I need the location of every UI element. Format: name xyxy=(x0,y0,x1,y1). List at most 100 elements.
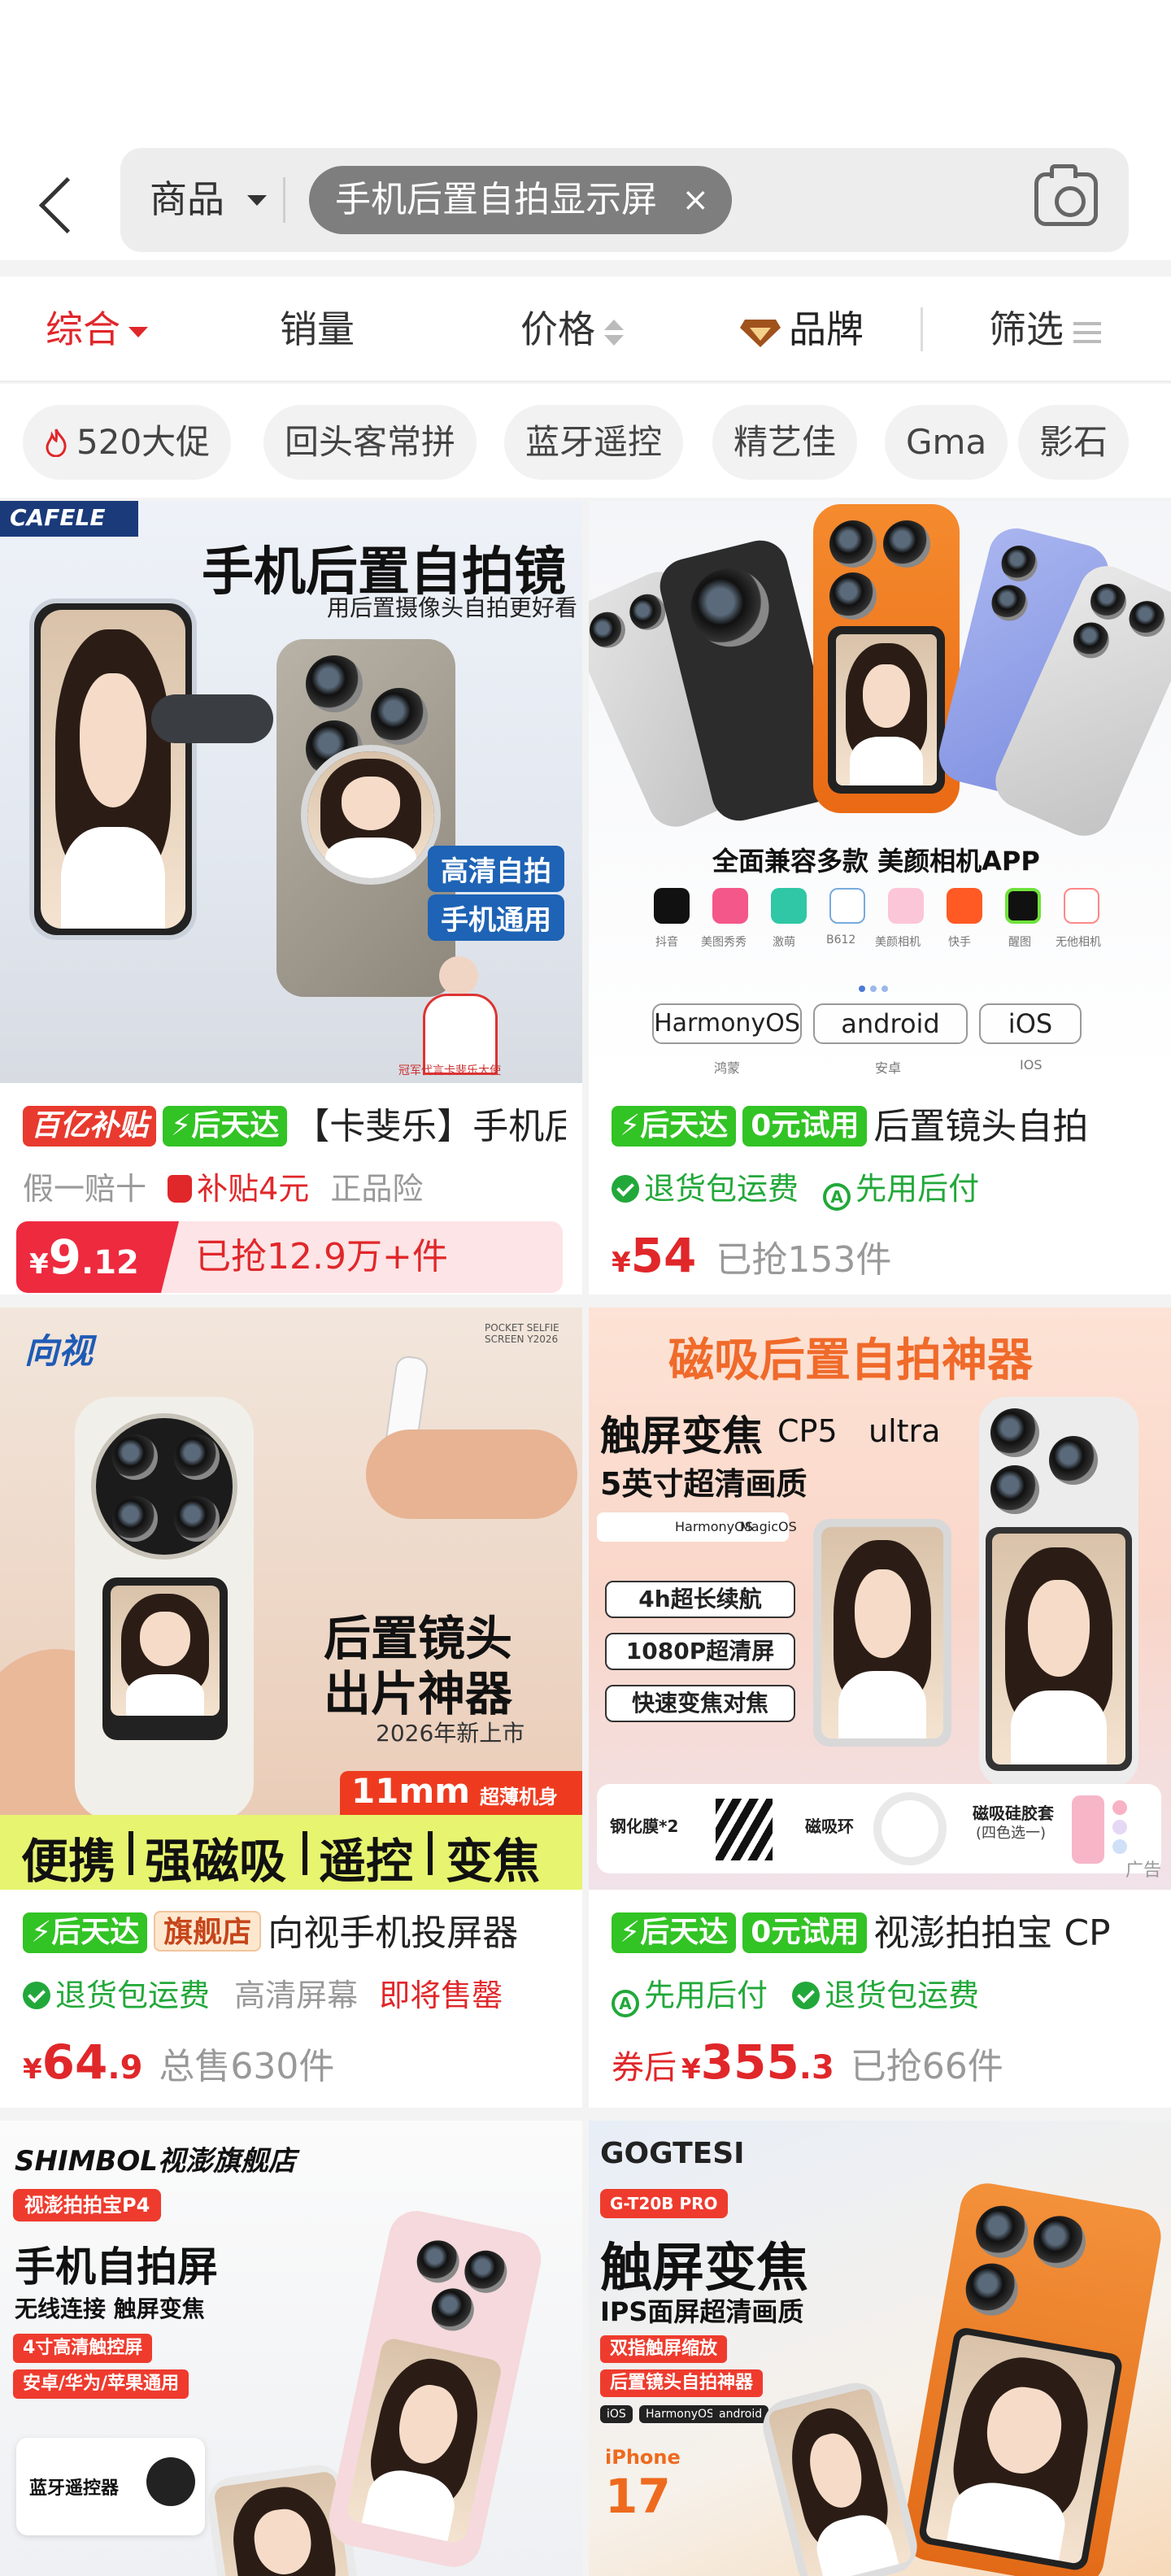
app-label: 激萌 xyxy=(773,936,795,949)
menu-icon xyxy=(1073,321,1101,343)
ad-label: 广告 xyxy=(1125,1860,1161,1881)
price: ¥9.12 xyxy=(16,1221,179,1293)
product-title-text: 后置镜头自拍 xyxy=(873,1106,1089,1147)
search-box[interactable]: 商品 手机后置自拍显示屏 × xyxy=(120,148,1129,252)
sort-filter[interactable]: 筛选 xyxy=(989,301,1101,358)
search-scope-label[interactable]: 商品 xyxy=(150,171,224,228)
app-label: B612 xyxy=(826,933,856,946)
benefit-text: 退货包运费 xyxy=(55,1978,211,2013)
phone-illustration xyxy=(29,598,197,940)
urgency-text: 即将售罄 xyxy=(379,1978,503,2013)
benefit-text: 先用后付 xyxy=(855,1171,980,1207)
price-line: 券后 ¥355.3 已抢66件 xyxy=(612,2034,1003,2090)
product-image[interactable]: SHIMBOL视澎旗舰店 视澎拍拍宝P4 手机自拍屏 无线连接 触屏变焦 4寸高… xyxy=(0,2121,582,2576)
product-title[interactable]: 百亿补贴⚡后天达【卡斐乐】手机后置自拍镜 xyxy=(23,1103,566,1151)
image-headline: 手机自拍屏 xyxy=(15,2243,218,2291)
sort-sales[interactable]: 销量 xyxy=(280,301,355,358)
phone-illustration xyxy=(324,2205,546,2573)
system-badge: android xyxy=(712,2405,769,2423)
product-image[interactable]: CAFELE 手机后置自拍镜 用后置摄像头自拍更好看 高清自拍 手机通用 冠军代… xyxy=(0,501,582,1083)
sort-comprehensive-label: 综合 xyxy=(46,307,120,351)
system-badge: iOS xyxy=(600,2405,633,2423)
price-integer: 355 xyxy=(700,2034,799,2090)
product-title[interactable]: ⚡后天达 0元试用 后置镜头自拍 xyxy=(612,1103,1155,1151)
sold-count: 已抢66件 xyxy=(850,2046,1003,2087)
product-card[interactable]: 磁吸后置自拍神器 触屏变焦 CP5 ultra 5英寸超清画质 HarmonyO… xyxy=(589,1308,1171,2108)
pay-later-icon: A xyxy=(823,1183,851,1211)
sold-count: 已抢153件 xyxy=(716,1239,892,1281)
spokesperson-illustration xyxy=(439,956,478,995)
product-image[interactable]: 向视 POCKET SELFIE SCREEN Y2026 后置镜头 出片神器 … xyxy=(0,1308,582,1890)
pay-later-icon: A xyxy=(612,1990,639,2017)
product-image[interactable]: 全面兼容多款 美颜相机APP 抖音 美图秀秀 激萌 B612 美颜相机 快手 醒… xyxy=(589,501,1171,1083)
chevron-down-icon[interactable] xyxy=(247,195,267,206)
hand-illustration xyxy=(366,1429,577,1519)
search-query-text: 手机后置自拍显示屏 xyxy=(335,179,657,220)
sort-price-label: 价格 xyxy=(520,307,595,351)
app-label-row: 抖音 美图秀秀 激萌 B612 美颜相机 快手 醒图 无他相机 xyxy=(642,933,1147,953)
feature-text: 遥控 xyxy=(319,1834,414,1889)
brand-logo: 向视 xyxy=(24,1331,94,1371)
divider xyxy=(921,307,923,351)
film-illustration xyxy=(716,1799,773,1860)
sort-bar: 综合 销量 价格 品牌 筛选 xyxy=(0,276,1171,382)
quick-filter-chip[interactable]: 蓝牙遥控 xyxy=(504,405,684,480)
image-subline: 用后置摄像头自拍更好看 xyxy=(327,594,578,621)
remote-illustration xyxy=(146,2457,195,2506)
image-badge: 手机通用 xyxy=(428,894,564,941)
image-headline: 触屏变焦 xyxy=(600,1412,763,1460)
sort-price[interactable]: 价格 xyxy=(520,301,625,358)
quick-filter-chip[interactable]: 520大促 xyxy=(23,405,232,480)
brand-logo: SHIMBOL视澎旗舰店 xyxy=(15,2145,296,2178)
sort-brand[interactable]: 品牌 xyxy=(738,301,864,358)
accessory-label: 磁吸硅胶套 xyxy=(973,1804,1054,1823)
product-card[interactable]: CAFELE 手机后置自拍镜 用后置摄像头自拍更好看 高清自拍 手机通用 冠军代… xyxy=(0,501,582,1295)
product-card[interactable]: SHIMBOL视澎旗舰店 视澎拍拍宝P4 手机自拍屏 无线连接 触屏变焦 4寸高… xyxy=(0,2121,582,2576)
brand-logo: CAFELE xyxy=(0,501,138,537)
app-label: 醒图 xyxy=(1008,936,1031,949)
quick-filter-chip[interactable]: 回头客常拼 xyxy=(263,405,477,480)
product-title[interactable]: ⚡后天达 0元试用 视澎拍拍宝 CP xyxy=(612,1909,1155,1958)
feature-text: 变焦 xyxy=(446,1834,541,1889)
jimeng-icon xyxy=(771,888,807,924)
screen-device-illustration xyxy=(757,2377,923,2576)
system-label: IOS xyxy=(1020,1057,1043,1073)
product-card[interactable]: 向视 POCKET SELFIE SCREEN Y2026 后置镜头 出片神器 … xyxy=(0,1308,582,2108)
delivery-tag: ⚡后天达 xyxy=(23,1912,148,1953)
model-text: CP5 xyxy=(777,1413,838,1449)
image-badge: 安卓/华为/苹果通用 xyxy=(13,2369,189,2399)
feature-badge: 1080P超清屏 xyxy=(605,1633,795,1670)
close-icon[interactable]: × xyxy=(681,166,709,234)
coupon-prefix: 券后 xyxy=(612,2049,677,2086)
brand-logo: GOGTESI xyxy=(600,2137,745,2170)
sort-comprehensive[interactable]: 综合 xyxy=(46,301,148,358)
app-label: 快手 xyxy=(948,936,971,949)
product-image[interactable]: 磁吸后置自拍神器 触屏变焦 CP5 ultra 5英寸超清画质 HarmonyO… xyxy=(589,1308,1171,1890)
system-label: 鸿蒙 xyxy=(714,1060,741,1076)
quick-filter-chip[interactable]: 影石 xyxy=(1018,405,1130,480)
phone-illustration xyxy=(979,1397,1138,1787)
image-headline: 触屏变焦 xyxy=(600,2239,808,2299)
product-title[interactable]: ⚡后天达 旗舰店 向视手机投屏器 xyxy=(23,1909,566,1958)
app-icon-row xyxy=(654,888,1134,929)
xingtu-icon xyxy=(1005,888,1041,924)
benefit-text: 退货包运费 xyxy=(644,1171,799,1207)
sold-count: 总售630件 xyxy=(159,2046,335,2087)
product-benefits: 假一赔十 补贴4元 正品险 xyxy=(23,1166,574,1212)
quick-filter-chip[interactable]: Gma xyxy=(885,405,1008,480)
quick-filter-bar: 520大促 回头客常拼 蓝牙遥控 精艺佳 Gma 影石 xyxy=(0,384,1171,498)
price-integer: 54 xyxy=(630,1228,697,1283)
camera-icon[interactable] xyxy=(1034,164,1098,226)
price-line: ¥54 已抢153件 xyxy=(612,1228,892,1283)
phone-illustration xyxy=(75,1397,254,1820)
portrait-image xyxy=(41,610,185,929)
price-line: ¥64.9 总售630件 xyxy=(23,2034,335,2090)
product-card[interactable]: GOGTESI G-T20B PRO 触屏变焦 IPS面屏超清画质 双指触屏缩放… xyxy=(589,2121,1171,2576)
search-query-chip[interactable]: 手机后置自拍显示屏 × xyxy=(309,166,732,234)
product-image[interactable]: GOGTESI G-T20B PRO 触屏变焦 IPS面屏超清画质 双指触屏缩放… xyxy=(589,2121,1171,2576)
system-badge: HarmonyOS xyxy=(652,1003,802,1044)
back-arrow-icon[interactable] xyxy=(33,168,81,241)
thin-badge: 11mm 超薄机身 xyxy=(340,1771,582,1815)
quick-filter-chip[interactable]: 精艺佳 xyxy=(712,405,858,480)
product-card[interactable]: 全面兼容多款 美颜相机APP 抖音 美图秀秀 激萌 B612 美颜相机 快手 醒… xyxy=(589,501,1171,1295)
